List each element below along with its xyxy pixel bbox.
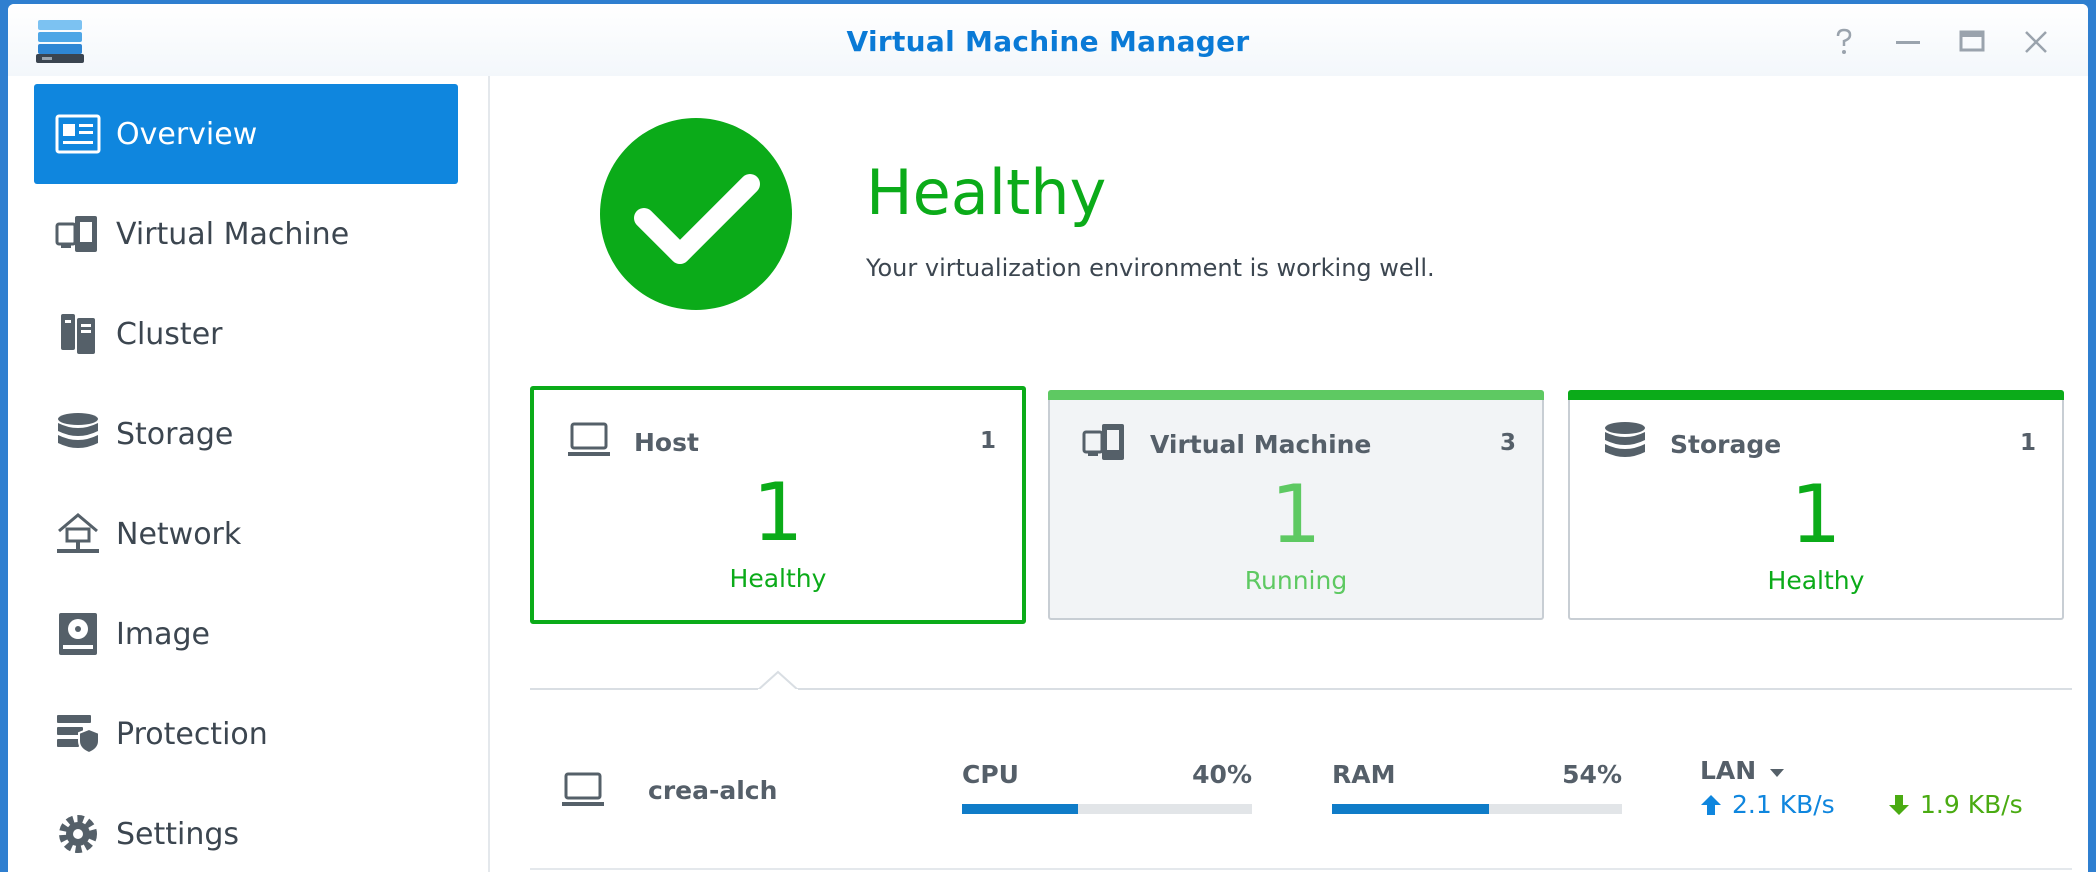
sidebar-item-label: Protection [116, 716, 268, 752]
storage-icon [54, 410, 102, 458]
card-number: 1 [1790, 468, 1842, 561]
sidebar-item-label: Virtual Machine [116, 216, 350, 252]
cpu-label: CPU [962, 760, 1019, 789]
close-icon [2025, 31, 2047, 53]
healthy-check-icon [600, 118, 792, 310]
cpu-bar-fill [962, 804, 1078, 814]
sidebar-item-network[interactable]: Network [34, 484, 458, 584]
card-title: Storage [1670, 430, 1782, 459]
host-detail-row[interactable]: crea-alch CPU 40% RAM 54% LAN 2.1 KB/s 1… [530, 756, 2072, 872]
settings-icon [54, 810, 102, 858]
card-title: Virtual Machine [1150, 430, 1372, 459]
sidebar-item-label: Image [116, 616, 210, 652]
card-count: 1 [979, 428, 996, 454]
image-icon [54, 610, 102, 658]
host-name: crea-alch [648, 776, 778, 805]
sidebar-item-label: Cluster [116, 316, 223, 352]
network-icon [54, 510, 102, 558]
cluster-icon [54, 310, 102, 358]
ram-bar-fill [1332, 804, 1489, 814]
host-icon [562, 772, 604, 806]
storage-icon [1605, 422, 1645, 457]
sidebar-item-virtual-machine[interactable]: Virtual Machine [34, 184, 458, 284]
maximize-button[interactable] [1954, 24, 1990, 60]
sidebar-item-image[interactable]: Image [34, 584, 458, 684]
card-status-bar [1568, 390, 2064, 400]
sidebar-item-label: Storage [116, 416, 234, 452]
window-title: Virtual Machine Manager [846, 25, 1250, 58]
card-state: Healthy [729, 564, 827, 593]
minimize-icon [1896, 41, 1920, 44]
host-card[interactable]: Host 1 1 Healthy [530, 386, 1026, 624]
host-icon [568, 422, 610, 456]
sidebar-item-label: Network [116, 516, 242, 552]
lan-label: LAN [1700, 756, 1757, 785]
ram-label: RAM [1332, 760, 1396, 789]
card-number: 1 [752, 466, 804, 559]
download-rate: 1.9 KB/s [1888, 790, 2023, 819]
title-bar: Virtual Machine Manager [8, 4, 2088, 76]
bottom-separator [530, 868, 2072, 870]
sidebar-item-label: Overview [116, 116, 258, 152]
sidebar: Overview Virtual Machine Cluster Storage… [8, 76, 488, 872]
minimize-button[interactable] [1890, 24, 1926, 60]
storage-card[interactable]: Storage 1 1 Healthy [1568, 390, 2064, 620]
cpu-bar-track [962, 804, 1252, 814]
sidebar-item-cluster[interactable]: Cluster [34, 284, 458, 384]
maximize-icon [1959, 30, 1985, 52]
card-count: 1 [2019, 430, 2036, 456]
overview-panel: Healthy Your virtualization environment … [490, 76, 2088, 872]
upload-rate: 2.1 KB/s [1700, 790, 1835, 819]
lan-dropdown[interactable]: LAN [1700, 756, 1785, 785]
protection-icon [54, 710, 102, 758]
app-window: Virtual Machine Manager Overview Virtual… [8, 4, 2088, 872]
selection-pointer-icon [758, 670, 798, 692]
virtual-machine-icon [1082, 424, 1124, 460]
card-state: Running [1244, 566, 1348, 595]
card-number: 1 [1270, 468, 1322, 561]
chevron-down-icon [1769, 769, 1784, 777]
arrow-down-icon [1889, 794, 1909, 815]
ram-bar-track [1332, 804, 1622, 814]
help-button[interactable] [1826, 24, 1862, 60]
card-status-bar [1048, 390, 1544, 400]
sidebar-item-protection[interactable]: Protection [34, 684, 458, 784]
sidebar-item-overview[interactable]: Overview [34, 84, 458, 184]
card-state: Healthy [1767, 566, 1865, 595]
arrow-up-icon [1701, 794, 1721, 815]
card-title: Host [634, 428, 699, 457]
cpu-value: 40% [1192, 760, 1252, 789]
sidebar-item-settings[interactable]: Settings [34, 784, 458, 872]
status-subtitle: Your virtualization environment is worki… [866, 254, 1435, 282]
ram-value: 54% [1562, 760, 1622, 789]
download-rate-value: 1.9 KB/s [1920, 790, 2023, 819]
sidebar-item-label: Settings [116, 816, 240, 852]
overview-icon [54, 110, 102, 158]
status-title: Healthy [866, 156, 1107, 229]
virtual-machine-card[interactable]: Virtual Machine 3 1 Running [1048, 390, 1544, 620]
close-button[interactable] [2018, 24, 2054, 60]
virtual-machine-icon [54, 210, 102, 258]
card-count: 3 [1499, 430, 1516, 456]
help-icon [1836, 28, 1852, 54]
sidebar-item-storage[interactable]: Storage [34, 384, 458, 484]
upload-rate-value: 2.1 KB/s [1732, 790, 1835, 819]
